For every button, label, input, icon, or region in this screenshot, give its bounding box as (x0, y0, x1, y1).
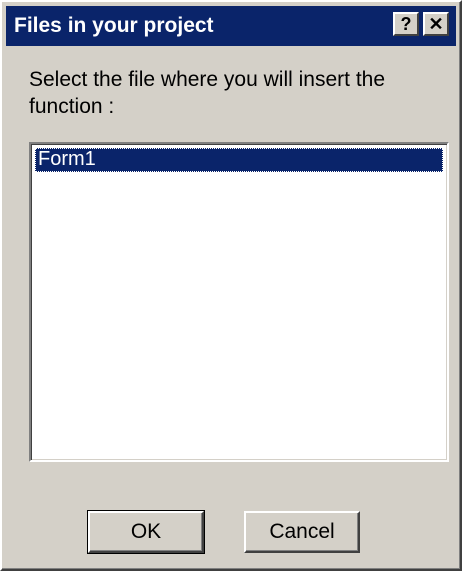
close-icon: ✕ (428, 14, 444, 34)
title-bar[interactable]: Files in your project ? ✕ (6, 6, 456, 46)
help-icon: ? (400, 14, 412, 34)
window-title: Files in your project (14, 14, 214, 37)
list-item-form1[interactable]: Form1 (35, 148, 443, 172)
ok-button[interactable]: OK (87, 510, 205, 554)
prompt-text: Select the file where you will insert th… (29, 68, 386, 118)
file-listbox[interactable]: Form1 (29, 142, 449, 462)
files-dialog: Files in your project ? ✕ Select the fil… (0, 0, 462, 571)
close-button[interactable]: ✕ (423, 12, 449, 36)
help-button[interactable]: ? (393, 12, 419, 36)
cancel-button[interactable]: Cancel (244, 511, 360, 553)
